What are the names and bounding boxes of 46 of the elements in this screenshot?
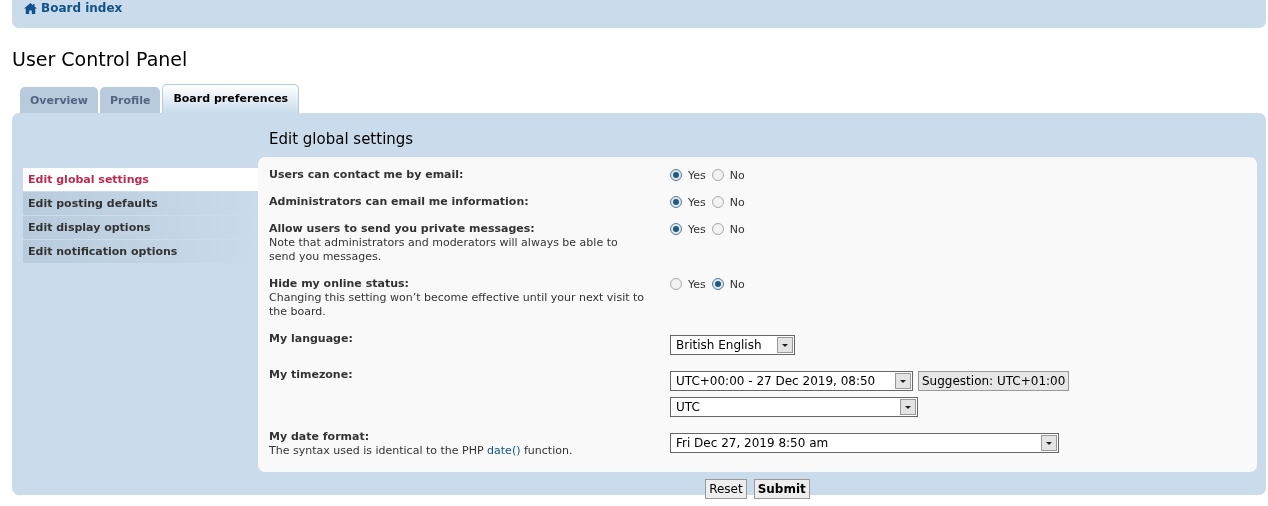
link[interactable]: date() xyxy=(487,444,521,457)
section-title: Edit global settings xyxy=(268,129,415,149)
radio-label: Yes xyxy=(688,168,706,182)
radio-button[interactable] xyxy=(670,196,682,208)
suggestion-button[interactable]: Suggestion: UTC+01:00 xyxy=(918,371,1070,391)
radio-button[interactable] xyxy=(711,223,724,235)
radio-label: Yes xyxy=(688,277,706,291)
radio-button[interactable] xyxy=(670,278,682,290)
setting-explanation: Note that administrators and moderators will always be able to send you messages. xyxy=(269,236,619,264)
setting-label: Allow users to send you private messages: xyxy=(269,222,536,236)
dropdown[interactable]: UTC xyxy=(670,397,918,417)
setting-explanation: Changing this setting won’t become effective until your next visit to the board. xyxy=(269,291,646,319)
radio-label: Yes xyxy=(688,222,706,236)
radio-button[interactable] xyxy=(711,169,724,181)
setting-label: My language: xyxy=(269,332,354,346)
radio-button[interactable] xyxy=(670,223,682,235)
caret-icon xyxy=(1041,435,1057,451)
setting-label: Administrators can email me information: xyxy=(269,195,530,209)
dropdown[interactable]: UTC+00:00 - 27 Dec 2019, 08:50 xyxy=(670,371,913,391)
radio-button[interactable] xyxy=(670,169,682,181)
setting-label: Users can contact me by email: xyxy=(269,168,465,182)
radio-label: No xyxy=(729,168,745,182)
page-title: User Control Panel xyxy=(12,47,189,71)
setting-label: My timezone: xyxy=(269,368,354,382)
caret-icon xyxy=(900,399,916,415)
dropdown[interactable]: Fri Dec 27, 2019 8:50 am xyxy=(670,433,1059,453)
tab[interactable]: Board preferences xyxy=(162,84,300,113)
setting-label: Hide my online status: xyxy=(269,277,410,291)
home-icon xyxy=(24,2,37,14)
radio-button[interactable] xyxy=(711,196,724,208)
caret-icon xyxy=(895,373,911,389)
reset-button[interactable]: Reset xyxy=(705,479,747,499)
setting-label: My date format: xyxy=(269,430,371,444)
radio-label: No xyxy=(729,222,745,236)
tab[interactable]: Profile xyxy=(100,87,161,113)
dropdown[interactable]: British English xyxy=(670,335,795,355)
radio-label: No xyxy=(729,195,745,209)
submit-button[interactable]: Submit xyxy=(753,479,810,499)
tab[interactable]: Overview xyxy=(20,87,98,113)
radio-button[interactable] xyxy=(711,278,724,290)
radio-label: Yes xyxy=(688,195,706,209)
sidebar-item[interactable]: Edit global settings xyxy=(23,168,258,191)
radio-label: No xyxy=(729,277,745,291)
caret-icon xyxy=(777,337,793,353)
board-index-link[interactable]: Board index xyxy=(24,1,123,15)
setting-explanation: The syntax used is identical to the PHP date() function. xyxy=(269,444,574,458)
